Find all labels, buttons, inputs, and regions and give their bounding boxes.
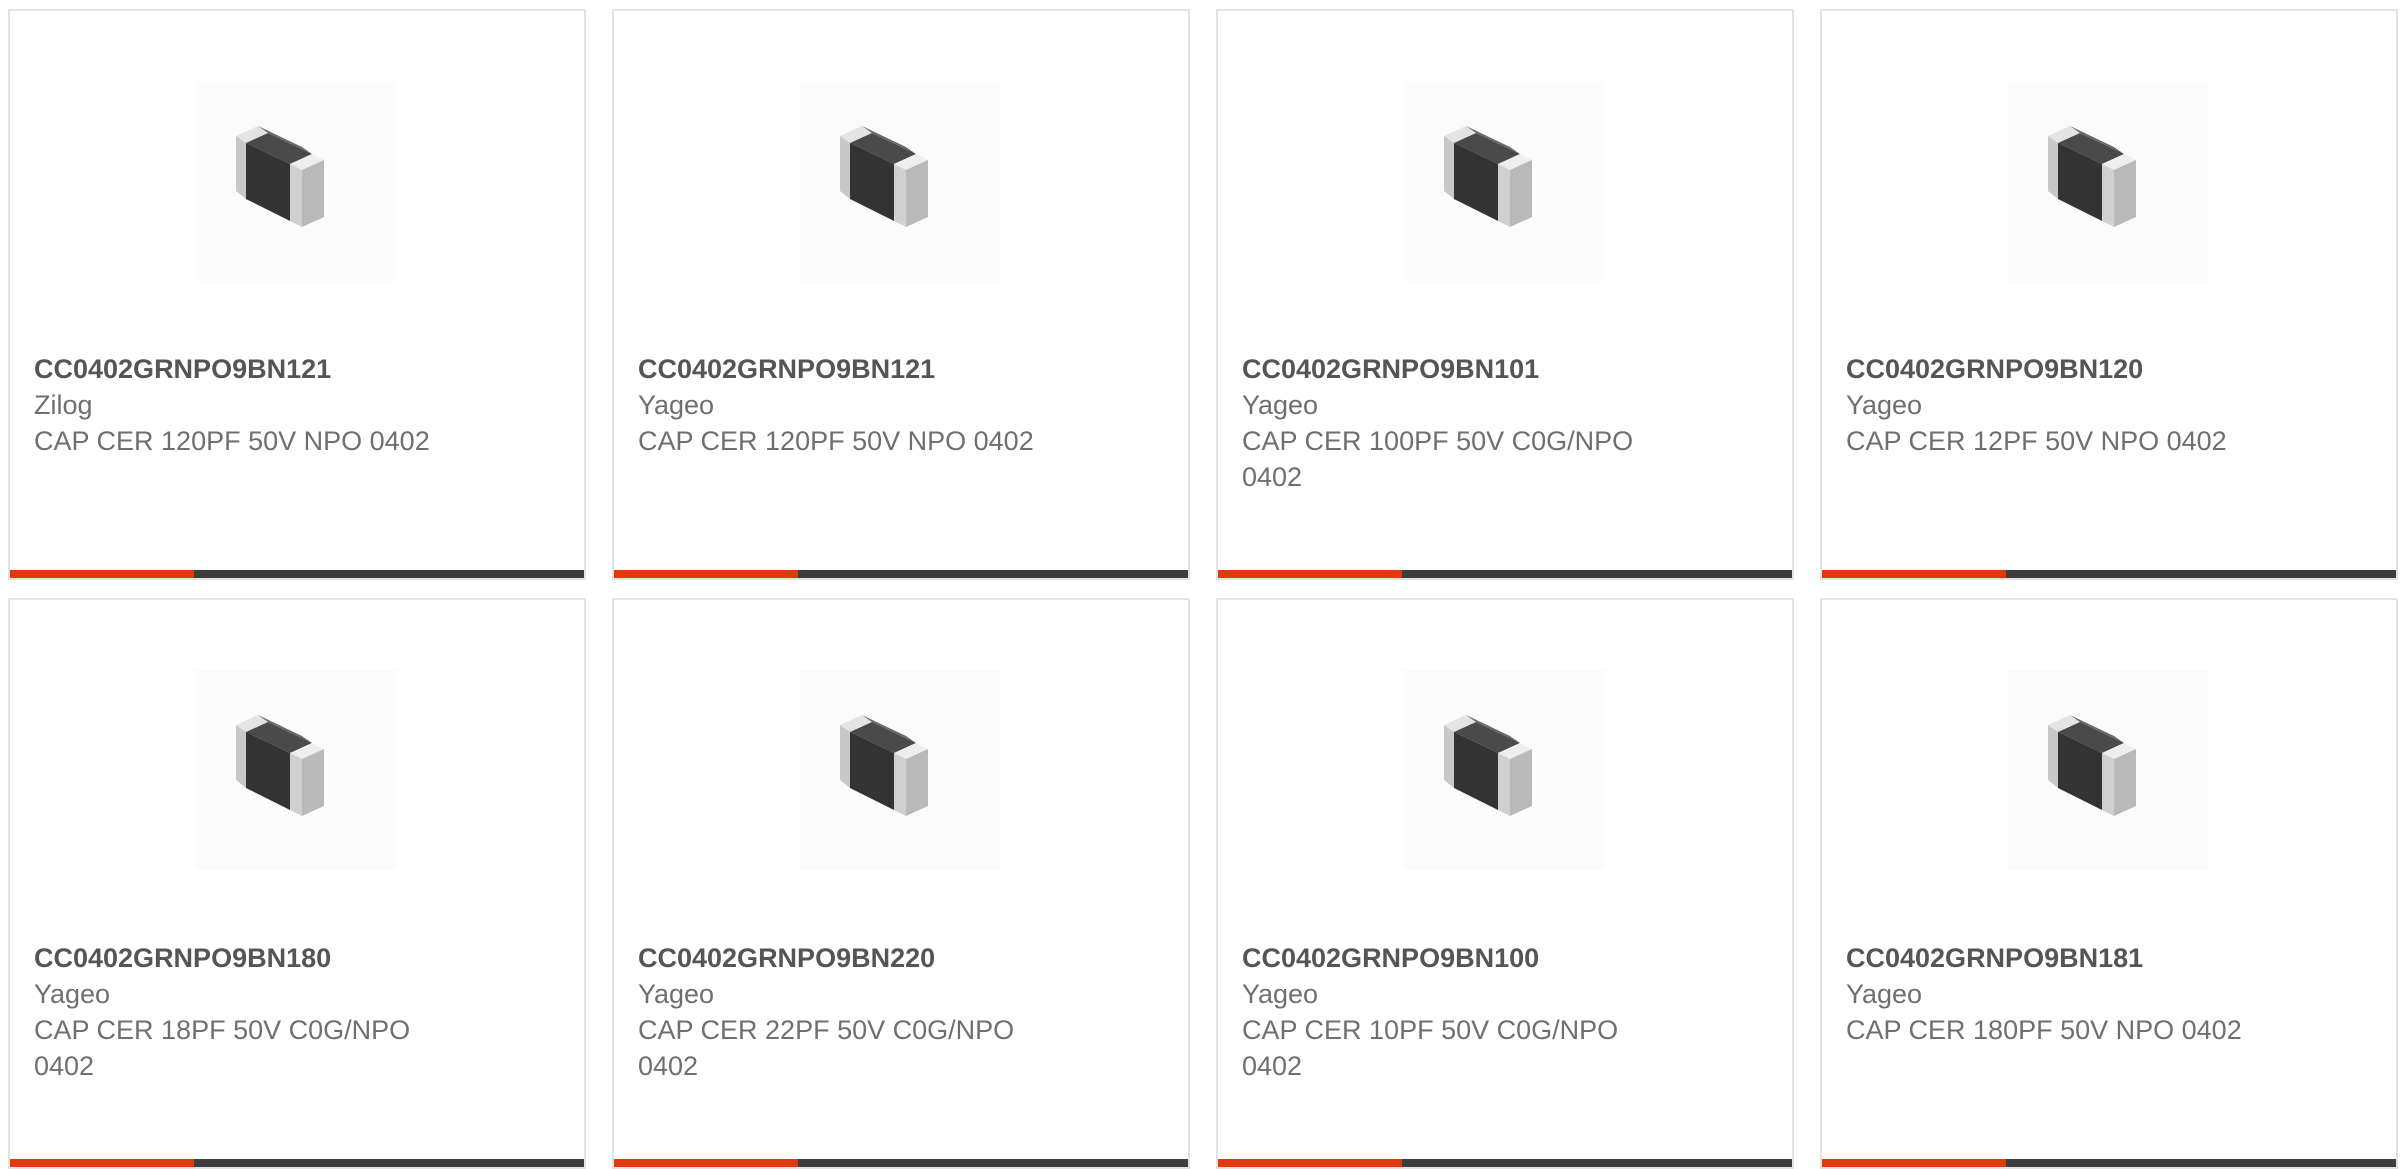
product-description: CAP CER 12PF 50V NPO 0402: [1846, 426, 2227, 456]
product-card[interactable]: CC0402GRNPO9BN220 Yageo CAP CER 22PF 50V…: [612, 598, 1190, 1169]
product-info: CC0402GRNPO9BN101 Yageo CAP CER 100PF 50…: [1242, 351, 1652, 495]
product-description: CAP CER 100PF 50V C0G/NPO 0402: [1242, 426, 1634, 492]
product-card[interactable]: CC0402GRNPO9BN100 Yageo CAP CER 10PF 50V…: [1216, 598, 1794, 1169]
capacitor-chip-icon: [840, 126, 928, 227]
product-grid: CC0402GRNPO9BN121 Zilog CAP CER 120PF 50…: [8, 9, 2398, 1169]
product-card[interactable]: CC0402GRNPO9BN101 Yageo CAP CER 100PF 50…: [1216, 9, 1794, 580]
product-image[interactable]: [1404, 81, 1604, 281]
product-card[interactable]: CC0402GRNPO9BN121 Zilog CAP CER 120PF 50…: [8, 9, 586, 580]
part-number[interactable]: CC0402GRNPO9BN180: [34, 940, 444, 976]
part-number[interactable]: CC0402GRNPO9BN121: [638, 351, 1048, 387]
product-image[interactable]: [800, 670, 1000, 870]
part-number[interactable]: CC0402GRNPO9BN101: [1242, 351, 1652, 387]
card-progress-bar: [1822, 570, 2396, 578]
manufacturer: Yageo: [1846, 979, 1923, 1009]
card-progress-fill: [1822, 1159, 2006, 1167]
card-progress-bar: [10, 1159, 584, 1167]
product-image[interactable]: [196, 81, 396, 281]
product-image[interactable]: [800, 81, 1000, 281]
capacitor-chip-icon: [1444, 126, 1532, 227]
product-image[interactable]: [1404, 670, 1604, 870]
product-description: CAP CER 10PF 50V C0G/NPO 0402: [1242, 1015, 1619, 1081]
product-card[interactable]: CC0402GRNPO9BN180 Yageo CAP CER 18PF 50V…: [8, 598, 586, 1169]
card-progress-fill: [614, 1159, 798, 1167]
product-card[interactable]: CC0402GRNPO9BN120 Yageo CAP CER 12PF 50V…: [1820, 9, 2398, 580]
product-card[interactable]: CC0402GRNPO9BN121 Yageo CAP CER 120PF 50…: [612, 9, 1190, 580]
card-progress-fill: [10, 1159, 194, 1167]
product-card[interactable]: CC0402GRNPO9BN181 Yageo CAP CER 180PF 50…: [1820, 598, 2398, 1169]
product-info: CC0402GRNPO9BN180 Yageo CAP CER 18PF 50V…: [34, 940, 444, 1084]
product-description: CAP CER 180PF 50V NPO 0402: [1846, 1015, 2242, 1045]
capacitor-chip-icon: [2048, 715, 2136, 816]
product-description: CAP CER 120PF 50V NPO 0402: [638, 426, 1034, 456]
product-info: CC0402GRNPO9BN100 Yageo CAP CER 10PF 50V…: [1242, 940, 1652, 1084]
product-image[interactable]: [2008, 81, 2208, 281]
product-image[interactable]: [196, 670, 396, 870]
part-number[interactable]: CC0402GRNPO9BN121: [34, 351, 444, 387]
product-info: CC0402GRNPO9BN220 Yageo CAP CER 22PF 50V…: [638, 940, 1048, 1084]
card-progress-fill: [1218, 570, 1402, 578]
capacitor-chip-icon: [1444, 715, 1532, 816]
card-progress-fill: [10, 570, 194, 578]
product-info: CC0402GRNPO9BN121 Yageo CAP CER 120PF 50…: [638, 351, 1048, 459]
part-number[interactable]: CC0402GRNPO9BN220: [638, 940, 1048, 976]
product-image[interactable]: [2008, 670, 2208, 870]
manufacturer: Yageo: [34, 979, 111, 1009]
product-info: CC0402GRNPO9BN120 Yageo CAP CER 12PF 50V…: [1846, 351, 2256, 459]
capacitor-chip-icon: [840, 715, 928, 816]
manufacturer: Yageo: [1242, 979, 1319, 1009]
product-info: CC0402GRNPO9BN121 Zilog CAP CER 120PF 50…: [34, 351, 444, 459]
manufacturer: Yageo: [1242, 390, 1319, 420]
part-number[interactable]: CC0402GRNPO9BN100: [1242, 940, 1652, 976]
card-progress-bar: [10, 570, 584, 578]
product-description: CAP CER 22PF 50V C0G/NPO 0402: [638, 1015, 1015, 1081]
manufacturer: Yageo: [638, 979, 715, 1009]
card-progress-bar: [1822, 1159, 2396, 1167]
capacitor-chip-icon: [236, 126, 324, 227]
manufacturer: Yageo: [638, 390, 715, 420]
card-progress-bar: [614, 1159, 1188, 1167]
card-progress-bar: [1218, 570, 1792, 578]
part-number[interactable]: CC0402GRNPO9BN181: [1846, 940, 2256, 976]
card-progress-fill: [614, 570, 798, 578]
card-progress-fill: [1822, 570, 2006, 578]
manufacturer: Zilog: [34, 390, 93, 420]
product-description: CAP CER 120PF 50V NPO 0402: [34, 426, 430, 456]
product-description: CAP CER 18PF 50V C0G/NPO 0402: [34, 1015, 411, 1081]
capacitor-chip-icon: [236, 715, 324, 816]
part-number[interactable]: CC0402GRNPO9BN120: [1846, 351, 2256, 387]
manufacturer: Yageo: [1846, 390, 1923, 420]
card-progress-bar: [614, 570, 1188, 578]
capacitor-chip-icon: [2048, 126, 2136, 227]
card-progress-bar: [1218, 1159, 1792, 1167]
card-progress-fill: [1218, 1159, 1402, 1167]
product-info: CC0402GRNPO9BN181 Yageo CAP CER 180PF 50…: [1846, 940, 2256, 1048]
